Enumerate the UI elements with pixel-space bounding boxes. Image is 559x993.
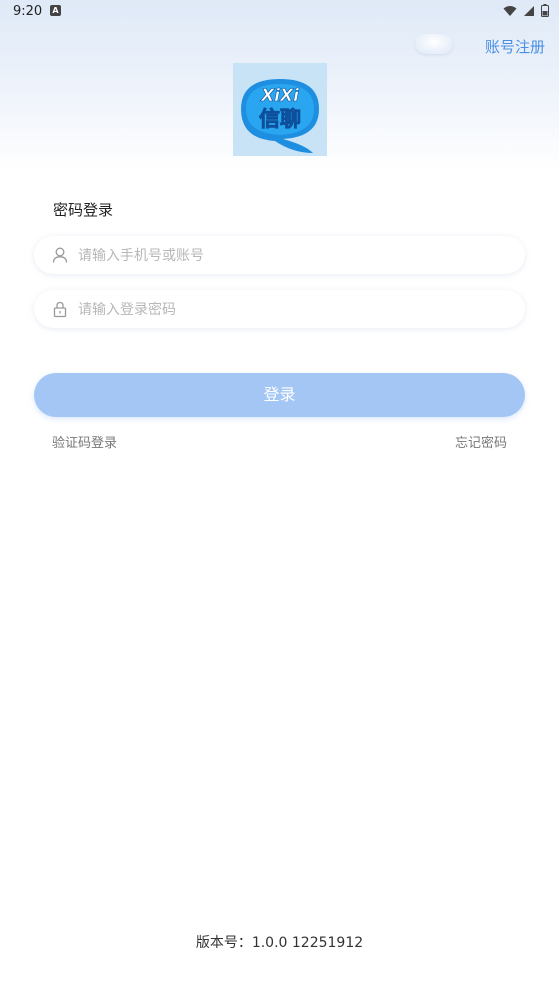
status-time: 9:20 [13,4,43,19]
version-label: 版本号： [195,935,252,951]
logo-text-xinliao: 信聊 [259,107,301,131]
app-logo: XiXi 信聊 [233,63,327,156]
password-field[interactable] [34,290,525,330]
user-icon [52,247,68,263]
page-title: 密码登录 [53,201,114,219]
account-input[interactable] [76,236,510,276]
password-input[interactable] [76,290,510,330]
a-letter-icon: A [50,5,61,16]
register-link[interactable]: 账号注册 [485,36,545,57]
forgot-password-link[interactable]: 忘记密码 [455,432,507,451]
status-bar: 9:20 A [0,0,559,24]
lock-icon [53,301,67,318]
wifi-icon [503,5,517,16]
status-icons [503,4,549,17]
cloud-decoration [415,34,453,54]
signal-icon [524,5,534,16]
version-info: 版本号：1.0.0 12251912 [0,932,559,952]
version-number: 1.0.0 12251912 [251,935,364,951]
battery-icon [541,4,549,17]
account-field[interactable] [34,236,525,276]
login-button[interactable]: 登录 [34,373,525,417]
sms-login-link[interactable]: 验证码登录 [52,432,117,451]
logo-text-xixi: XiXi [260,86,300,106]
